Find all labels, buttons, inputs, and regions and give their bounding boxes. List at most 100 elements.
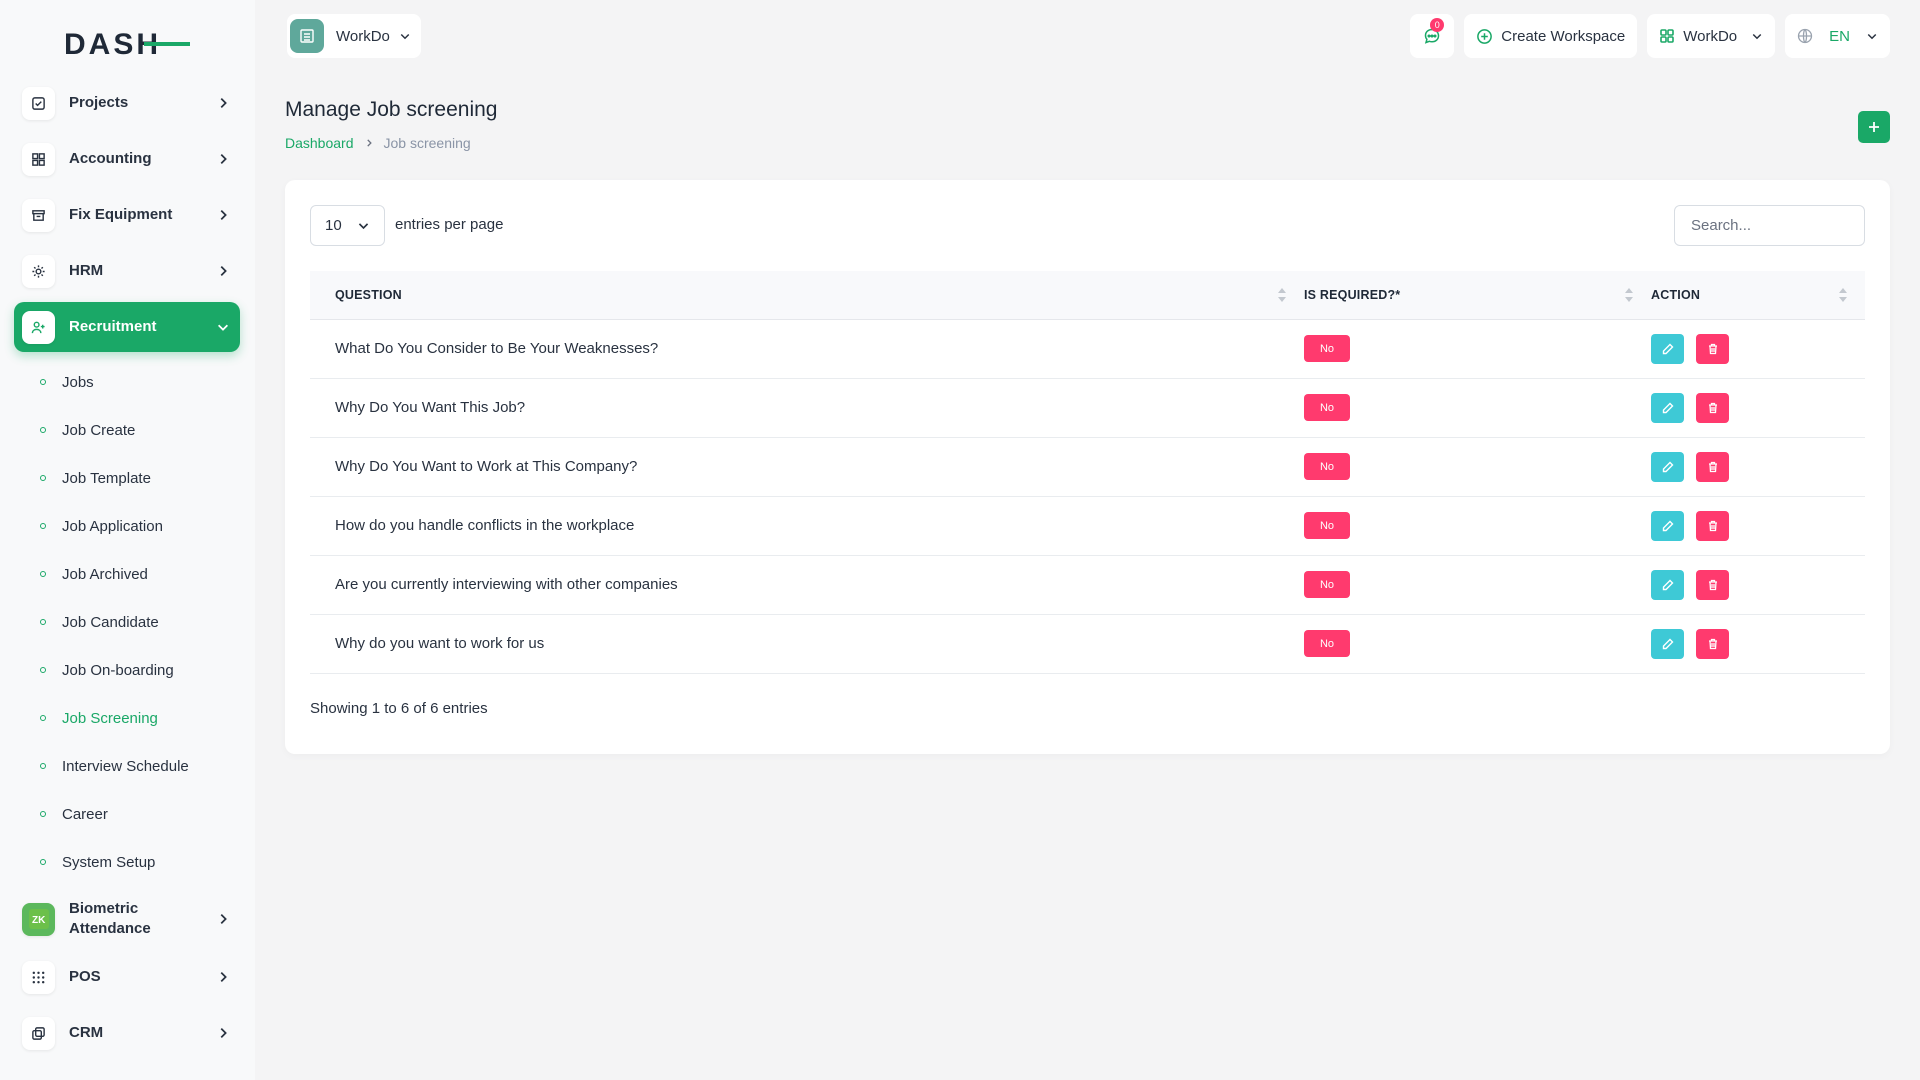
required-badge: No xyxy=(1304,512,1350,539)
bullet-icon xyxy=(40,619,46,625)
delete-button[interactable] xyxy=(1696,333,1730,364)
submenu-item-label: Career xyxy=(62,805,108,823)
workspace-menu-button[interactable]: WorkDo xyxy=(1647,14,1776,58)
chevron-right-icon xyxy=(220,914,227,924)
topbar-actions: 0 Create Workspace WorkDo EN xyxy=(1410,14,1890,58)
question-cell: Why Do You Want to Work at This Company? xyxy=(310,437,1304,497)
submenu-item-job-candidate[interactable]: Job Candidate xyxy=(14,598,240,646)
submenu-item-job-onboarding[interactable]: Job On-boarding xyxy=(14,646,240,694)
edit-button[interactable] xyxy=(1651,392,1684,423)
submenu-item-label: Job Screening xyxy=(62,709,158,727)
checkbox-icon xyxy=(22,86,55,120)
plus-icon xyxy=(1869,122,1879,132)
table-row: Why Do You Want This Job? No xyxy=(310,378,1865,438)
per-page-value: 10 xyxy=(325,217,342,234)
apps-icon xyxy=(1660,29,1675,43)
dots-grid-icon xyxy=(22,960,55,994)
required-cell: No xyxy=(1304,555,1651,615)
submenu-item-jobs[interactable]: Jobs xyxy=(14,358,240,406)
submenu-item-job-template[interactable]: Job Template xyxy=(14,454,240,502)
sort-icon xyxy=(1278,288,1286,302)
workspace-switcher[interactable]: WorkDo xyxy=(287,14,421,58)
required-badge: No xyxy=(1304,630,1350,657)
delete-button[interactable] xyxy=(1696,392,1730,423)
delete-button[interactable] xyxy=(1696,510,1730,541)
edit-button[interactable] xyxy=(1651,569,1684,600)
chevron-right-icon xyxy=(366,139,372,147)
submenu-item-system-setup[interactable]: System Setup xyxy=(14,838,240,886)
sidebar-item-pos[interactable]: POS xyxy=(14,952,240,1002)
action-cell xyxy=(1651,496,1865,556)
breadcrumb-current: Job screening xyxy=(383,135,471,151)
breadcrumb-dashboard-link[interactable]: Dashboard xyxy=(285,135,354,151)
bullet-icon xyxy=(40,475,46,481)
delete-button[interactable] xyxy=(1696,451,1730,482)
sidebar-item-fix-equipment[interactable]: Fix Equipment xyxy=(14,190,240,240)
language-selector[interactable]: EN xyxy=(1785,14,1890,58)
sidebar-item-accounting[interactable]: Accounting xyxy=(14,134,240,184)
sidebar-item-crm[interactable]: CRM xyxy=(14,1008,240,1058)
bullet-icon xyxy=(40,763,46,769)
sidebar-item-recruitment[interactable]: Recruitment xyxy=(14,302,240,352)
column-header-question[interactable]: QUESTION xyxy=(310,271,1304,320)
action-cell xyxy=(1651,437,1865,497)
submenu-item-job-archived[interactable]: Job Archived xyxy=(14,550,240,598)
trash-icon xyxy=(1708,343,1717,354)
bullet-icon xyxy=(40,667,46,673)
sidebar-item-projects[interactable]: Projects xyxy=(14,78,240,128)
delete-button[interactable] xyxy=(1696,569,1730,600)
table-header-row: QUESTION IS REQUIRED?* ACTION xyxy=(310,271,1865,320)
submenu-item-career[interactable]: Career xyxy=(14,790,240,838)
create-workspace-button[interactable]: Create Workspace xyxy=(1464,14,1638,58)
question-cell: Why do you want to work for us xyxy=(310,614,1304,674)
search-input[interactable] xyxy=(1674,205,1865,246)
edit-button[interactable] xyxy=(1651,628,1684,659)
trash-icon xyxy=(1708,638,1717,649)
bullet-icon xyxy=(40,571,46,577)
submenu-item-interview-schedule[interactable]: Interview Schedule xyxy=(14,742,240,790)
trash-icon xyxy=(1708,402,1717,413)
submenu-item-job-create[interactable]: Job Create xyxy=(14,406,240,454)
entries-per-page-select[interactable]: 10 xyxy=(310,205,385,246)
bullet-icon xyxy=(40,379,46,385)
add-question-button[interactable] xyxy=(1858,111,1890,143)
required-badge: No xyxy=(1304,453,1350,480)
sidebar-item-label: Biometric Attendance xyxy=(69,899,151,937)
pencil-icon xyxy=(1662,402,1673,413)
sort-icon xyxy=(1625,288,1633,302)
table-row: What Do You Consider to Be Your Weakness… xyxy=(310,319,1865,379)
pencil-icon xyxy=(1662,520,1673,531)
table-row: Why do you want to work for us No xyxy=(310,614,1865,674)
delete-button[interactable] xyxy=(1696,628,1730,659)
submenu-item-label: Job On-boarding xyxy=(62,661,174,679)
sidebar-nav: Projects Accounting Fix Equipment HRM Re… xyxy=(14,78,240,1064)
breadcrumb: Dashboard Job screening xyxy=(285,135,471,151)
sidebar-item-biometric-attendance[interactable]: ZK Biometric Attendance xyxy=(14,892,240,946)
required-cell: No xyxy=(1304,378,1651,438)
edit-button[interactable] xyxy=(1651,451,1684,482)
chevron-down-icon xyxy=(218,324,228,331)
column-header-label: IS REQUIRED?* xyxy=(1304,287,1401,302)
trash-icon xyxy=(1708,461,1717,472)
per-page-label: entries per page xyxy=(395,216,504,233)
edit-button[interactable] xyxy=(1651,333,1684,364)
workspace-avatar-icon xyxy=(290,19,324,53)
chevron-right-icon xyxy=(220,1028,227,1038)
edit-button[interactable] xyxy=(1651,510,1684,541)
create-workspace-label: Create Workspace xyxy=(1501,27,1626,45)
messages-button[interactable]: 0 xyxy=(1410,14,1455,58)
submenu-item-job-screening[interactable]: Job Screening xyxy=(14,694,240,742)
column-header-action[interactable]: ACTION xyxy=(1651,271,1865,320)
bullet-icon xyxy=(40,715,46,721)
sidebar-item-hrm[interactable]: HRM xyxy=(14,246,240,296)
user-plus-icon xyxy=(22,310,55,344)
submenu-item-job-application[interactable]: Job Application xyxy=(14,502,240,550)
notification-badge: 0 xyxy=(1430,18,1445,32)
sort-icon xyxy=(1839,288,1847,302)
question-cell: Why Do You Want This Job? xyxy=(310,378,1304,438)
pencil-icon xyxy=(1662,343,1673,354)
column-header-required[interactable]: IS REQUIRED?* xyxy=(1304,271,1651,320)
dash-logo[interactable]: DASH xyxy=(64,28,190,60)
submenu-item-label: Job Candidate xyxy=(62,613,159,631)
chevron-right-icon xyxy=(220,266,227,276)
